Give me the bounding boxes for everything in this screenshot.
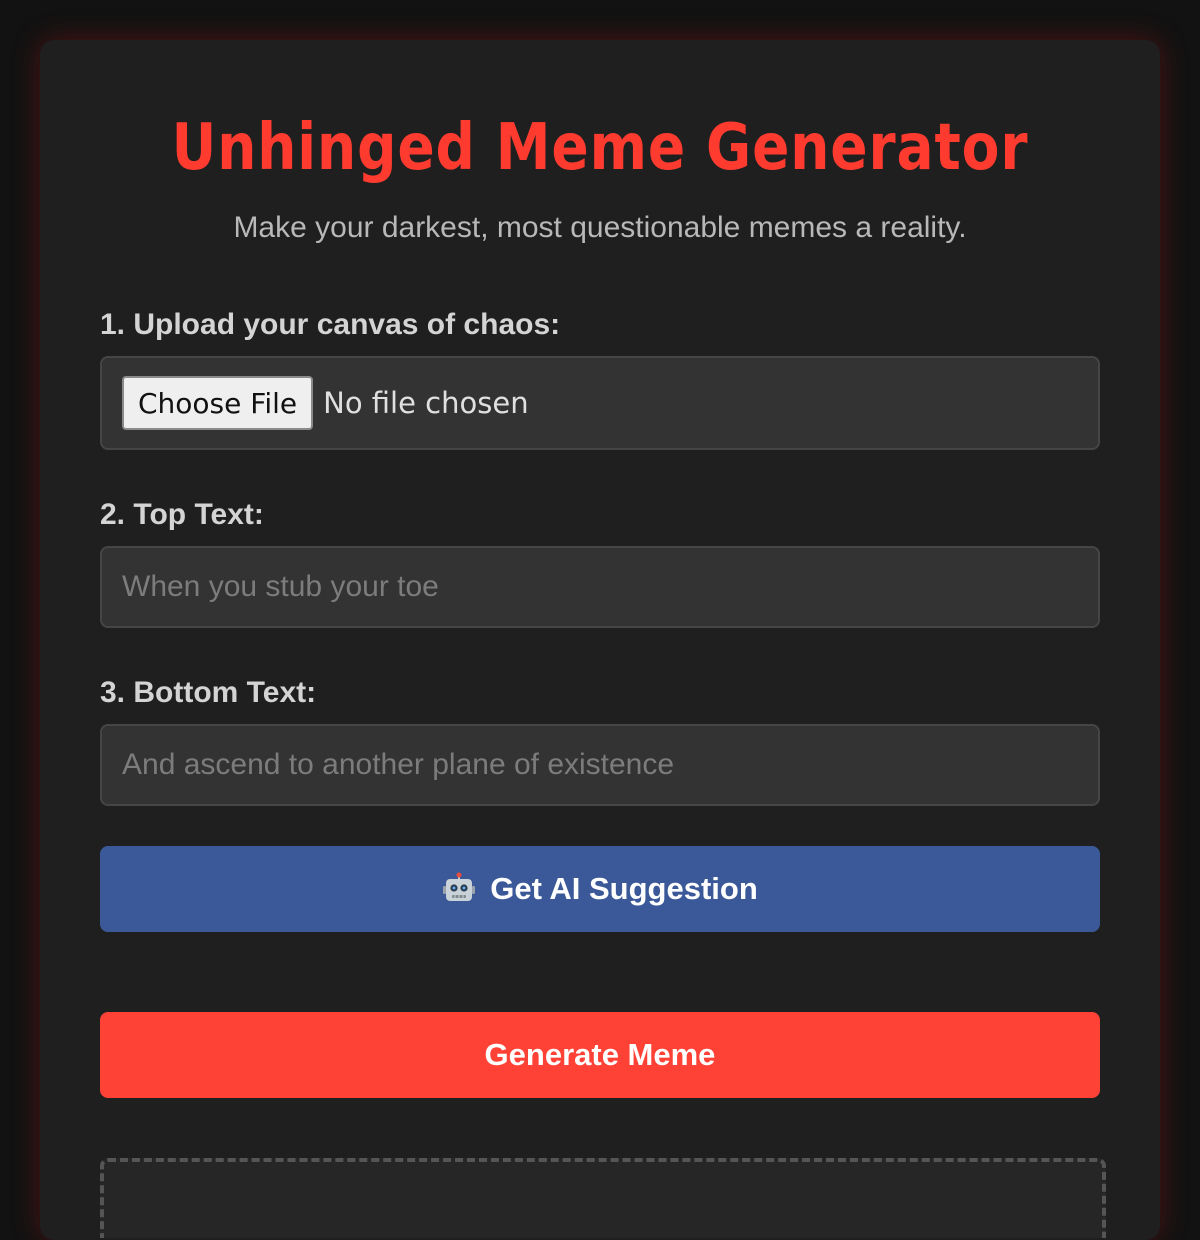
bottom-text-label: 3. Bottom Text: [100, 676, 317, 709]
file-status: No file chosen [323, 386, 529, 420]
upload-label: 1. Upload your canvas of chaos: [100, 308, 561, 341]
choose-file-button[interactable]: Choose File [122, 376, 314, 430]
meme-preview-area [100, 1158, 1106, 1238]
bottom-text-field: 3. Bottom Text: [100, 674, 1100, 806]
top-text-label: 2. Top Text: [100, 498, 264, 531]
file-input[interactable]: Choose File No file chosen [100, 356, 1100, 450]
ai-suggestion-label: Get AI Suggestion [490, 871, 758, 906]
page-subtitle: Make your darkest, most questionable mem… [233, 211, 967, 244]
generate-meme-button[interactable]: Generate Meme [100, 1012, 1100, 1098]
upload-field: 1. Upload your canvas of chaos: Choose F… [100, 306, 1100, 450]
bottom-text-input[interactable] [100, 724, 1100, 806]
page-title: Unhinged Meme Generator [171, 111, 1029, 185]
meme-generator-card: Unhinged Meme Generator Make your darkes… [40, 40, 1160, 1240]
top-text-field: 2. Top Text: [100, 496, 1100, 628]
ai-suggestion-button[interactable]: Get AI Suggestion [100, 846, 1100, 932]
robot-icon [442, 872, 476, 906]
top-text-input[interactable] [100, 546, 1100, 628]
